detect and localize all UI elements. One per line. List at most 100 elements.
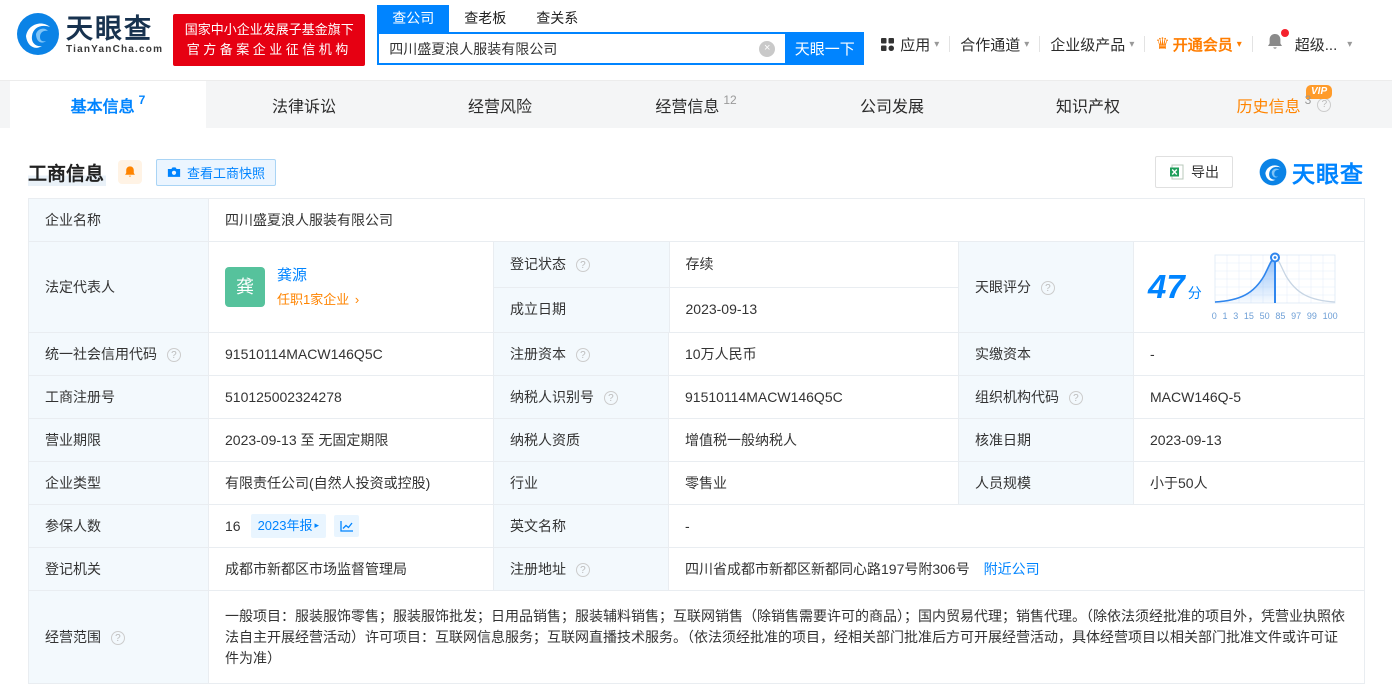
nav-divider [1144, 36, 1146, 52]
help-icon[interactable]: ? [575, 348, 590, 362]
field-label: 人员规模 [975, 474, 1031, 491]
nearby-companies-link[interactable]: 附近公司 [984, 561, 1040, 577]
search-button[interactable]: 天眼一下 [785, 32, 865, 65]
logo-text: 天眼查 [66, 13, 153, 44]
search-tab-relation[interactable]: 查关系 [521, 5, 593, 32]
section-title: 工商信息 [28, 158, 107, 186]
field-label: 天眼评分 [975, 278, 1031, 295]
nav-divider [1039, 36, 1041, 52]
tab-business-info[interactable]: 经营信息 12 [598, 81, 794, 128]
label-tianyan-score: 天眼评分 ? [958, 241, 1134, 333]
positions-label: 任职1家企业 [277, 292, 350, 307]
export-button[interactable]: 导出 [1155, 156, 1233, 188]
help-icon[interactable]: ? [110, 631, 125, 645]
score-chart-tick: 100 [1322, 310, 1338, 321]
nav-apps[interactable]: 应用 ▾ [880, 34, 939, 55]
label-company-type: 企业类型 [28, 461, 209, 505]
chevron-down-icon: ▾ [1236, 38, 1242, 50]
field-label: 注册地址 [510, 560, 566, 577]
search-tabs: 查公司 查老板 查关系 [377, 5, 864, 32]
business-info-table: 企业名称 四川盛夏浪人服装有限公司 法定代表人 龚 龚源 任职1家企业 › 登记… [28, 198, 1366, 684]
tab-company-development[interactable]: 公司发展 [794, 81, 990, 128]
value-taxpayer-id: 91510114MACW146Q5C [668, 375, 959, 419]
tab-operation-risk[interactable]: 经营风险 [402, 81, 598, 128]
field-label: 核准日期 [975, 431, 1031, 448]
field-label: 纳税人资质 [510, 431, 580, 448]
gov-credit-badge: 国家中小企业发展子基金旗下 官方备案企业征信机构 [173, 14, 366, 66]
logo-swirl-icon [1259, 158, 1287, 186]
score-chart-tick: 85 [1275, 310, 1286, 321]
search-tab-boss[interactable]: 查老板 [449, 5, 521, 32]
status-date-subtable: 登记状态 ? 存续 成立日期 2023-09-13 [493, 241, 959, 333]
top-nav: 应用 ▾ 合作通道 ▾ 企业级产品 ▾ ♛ 开通会员 ▾ 超级... ▾ [880, 29, 1353, 56]
label-reg-capital: 注册资本 ? [493, 332, 669, 376]
tab-intellectual-property[interactable]: 知识产权 [990, 81, 1186, 128]
nav-cooperation[interactable]: 合作通道 ▾ [960, 34, 1029, 55]
field-label: 工商注册号 [45, 388, 115, 405]
nav-enterprise-label: 企业级产品 [1050, 36, 1126, 54]
value-industry: 零售业 [668, 461, 959, 505]
score-chart-tick: 15 [1243, 310, 1254, 321]
value-business-scope: 一般项目：服装服饰零售；服装服饰批发；日用品销售；服装辅料销售；互联网销售（除销… [207, 590, 1366, 684]
triangle-right-icon: ▸ [314, 520, 320, 531]
help-icon[interactable]: ? [575, 258, 590, 273]
help-icon[interactable]: ? [1068, 391, 1083, 405]
legal-rep-positions-link[interactable]: 任职1家企业 › [277, 290, 359, 310]
chevron-down-icon: ▾ [1129, 38, 1135, 50]
search-tab-company[interactable]: 查公司 [377, 5, 450, 32]
nav-divider [1251, 36, 1253, 52]
watermark-logo: 天眼查 [1259, 155, 1364, 189]
clear-search-icon[interactable]: × [759, 40, 776, 57]
nav-enterprise-products[interactable]: 企业级产品 ▾ [1050, 34, 1134, 55]
gov-badge-line1: 国家中小企业发展子基金旗下 [184, 22, 354, 37]
insured-trend-button[interactable] [334, 515, 360, 537]
value-staff-size: 小于50人 [1132, 461, 1366, 505]
field-label: 行业 [510, 474, 538, 491]
value-company-type: 有限责任公司(自然人投资或控股) [208, 461, 494, 505]
label-business-scope: 经营范围 ? [28, 590, 209, 684]
search-input-wrap: × [377, 32, 786, 65]
watermark-text: 天眼查 [1292, 161, 1364, 187]
tab-label: 经营风险 [467, 98, 532, 116]
tianyancha-logo[interactable]: 天眼查 TianYanCha.com [16, 12, 163, 56]
help-icon[interactable]: ? [166, 348, 181, 362]
logo-swirl-icon [17, 13, 59, 55]
field-label: 法定代表人 [45, 278, 115, 295]
score-chart-tick: 97 [1291, 310, 1302, 321]
legal-rep-avatar[interactable]: 龚 [225, 267, 265, 307]
top-header: 天眼查 TianYanCha.com 国家中小企业发展子基金旗下 官方备案企业征… [0, 0, 1392, 80]
logo-domain: TianYanCha.com [66, 43, 164, 55]
excel-icon [1170, 164, 1184, 180]
field-label: 登记机关 [45, 560, 101, 577]
search-input[interactable] [389, 40, 760, 57]
label-taxpayer-id: 纳税人识别号 ? [493, 375, 669, 419]
chevron-down-icon: ▾ [934, 38, 940, 50]
value-english-name: - [667, 504, 1366, 548]
help-icon[interactable]: ? [603, 391, 618, 405]
value-credit-code: 91510114MACW146Q5C [208, 332, 494, 376]
help-icon[interactable]: ? [575, 563, 590, 577]
nav-open-vip[interactable]: ♛ 开通会员 ▾ [1155, 34, 1241, 55]
snapshot-button[interactable]: 查看工商快照 [156, 158, 277, 186]
annual-report-badge[interactable]: 2023年报 ▸ [250, 514, 327, 538]
subscribe-bell-button[interactable] [118, 160, 143, 184]
tab-legal-proceedings[interactable]: 法律诉讼 [206, 81, 402, 128]
score-chart-tick: 0 [1211, 310, 1217, 321]
notifications-button[interactable] [1265, 29, 1289, 56]
notification-dot [1280, 29, 1289, 37]
legal-rep-name-link[interactable]: 龚源 [277, 265, 359, 288]
value-reg-authority: 成都市新都区市场监督管理局 [208, 547, 494, 591]
nav-apps-label: 应用 [900, 36, 931, 54]
nav-user-menu[interactable]: 超级... ▾ [1295, 34, 1353, 55]
chevron-down-icon: ▾ [1347, 38, 1353, 50]
help-icon[interactable]: ? [1317, 97, 1332, 112]
tab-history-info[interactable]: VIP 历史信息 3 ? [1186, 81, 1382, 128]
label-reg-number: 工商注册号 [28, 375, 209, 419]
help-icon[interactable]: ? [1040, 281, 1055, 295]
label-establish-date: 成立日期 [494, 286, 670, 332]
tab-basic-info[interactable]: 基本信息 7 [10, 81, 206, 128]
tianyan-score-chart[interactable]: 0 1 3 15 50 85 97 99 100 [1211, 251, 1339, 324]
field-label: 实缴资本 [975, 345, 1031, 362]
label-industry: 行业 [493, 461, 669, 505]
field-label: 统一社会信用代码 [45, 345, 157, 362]
